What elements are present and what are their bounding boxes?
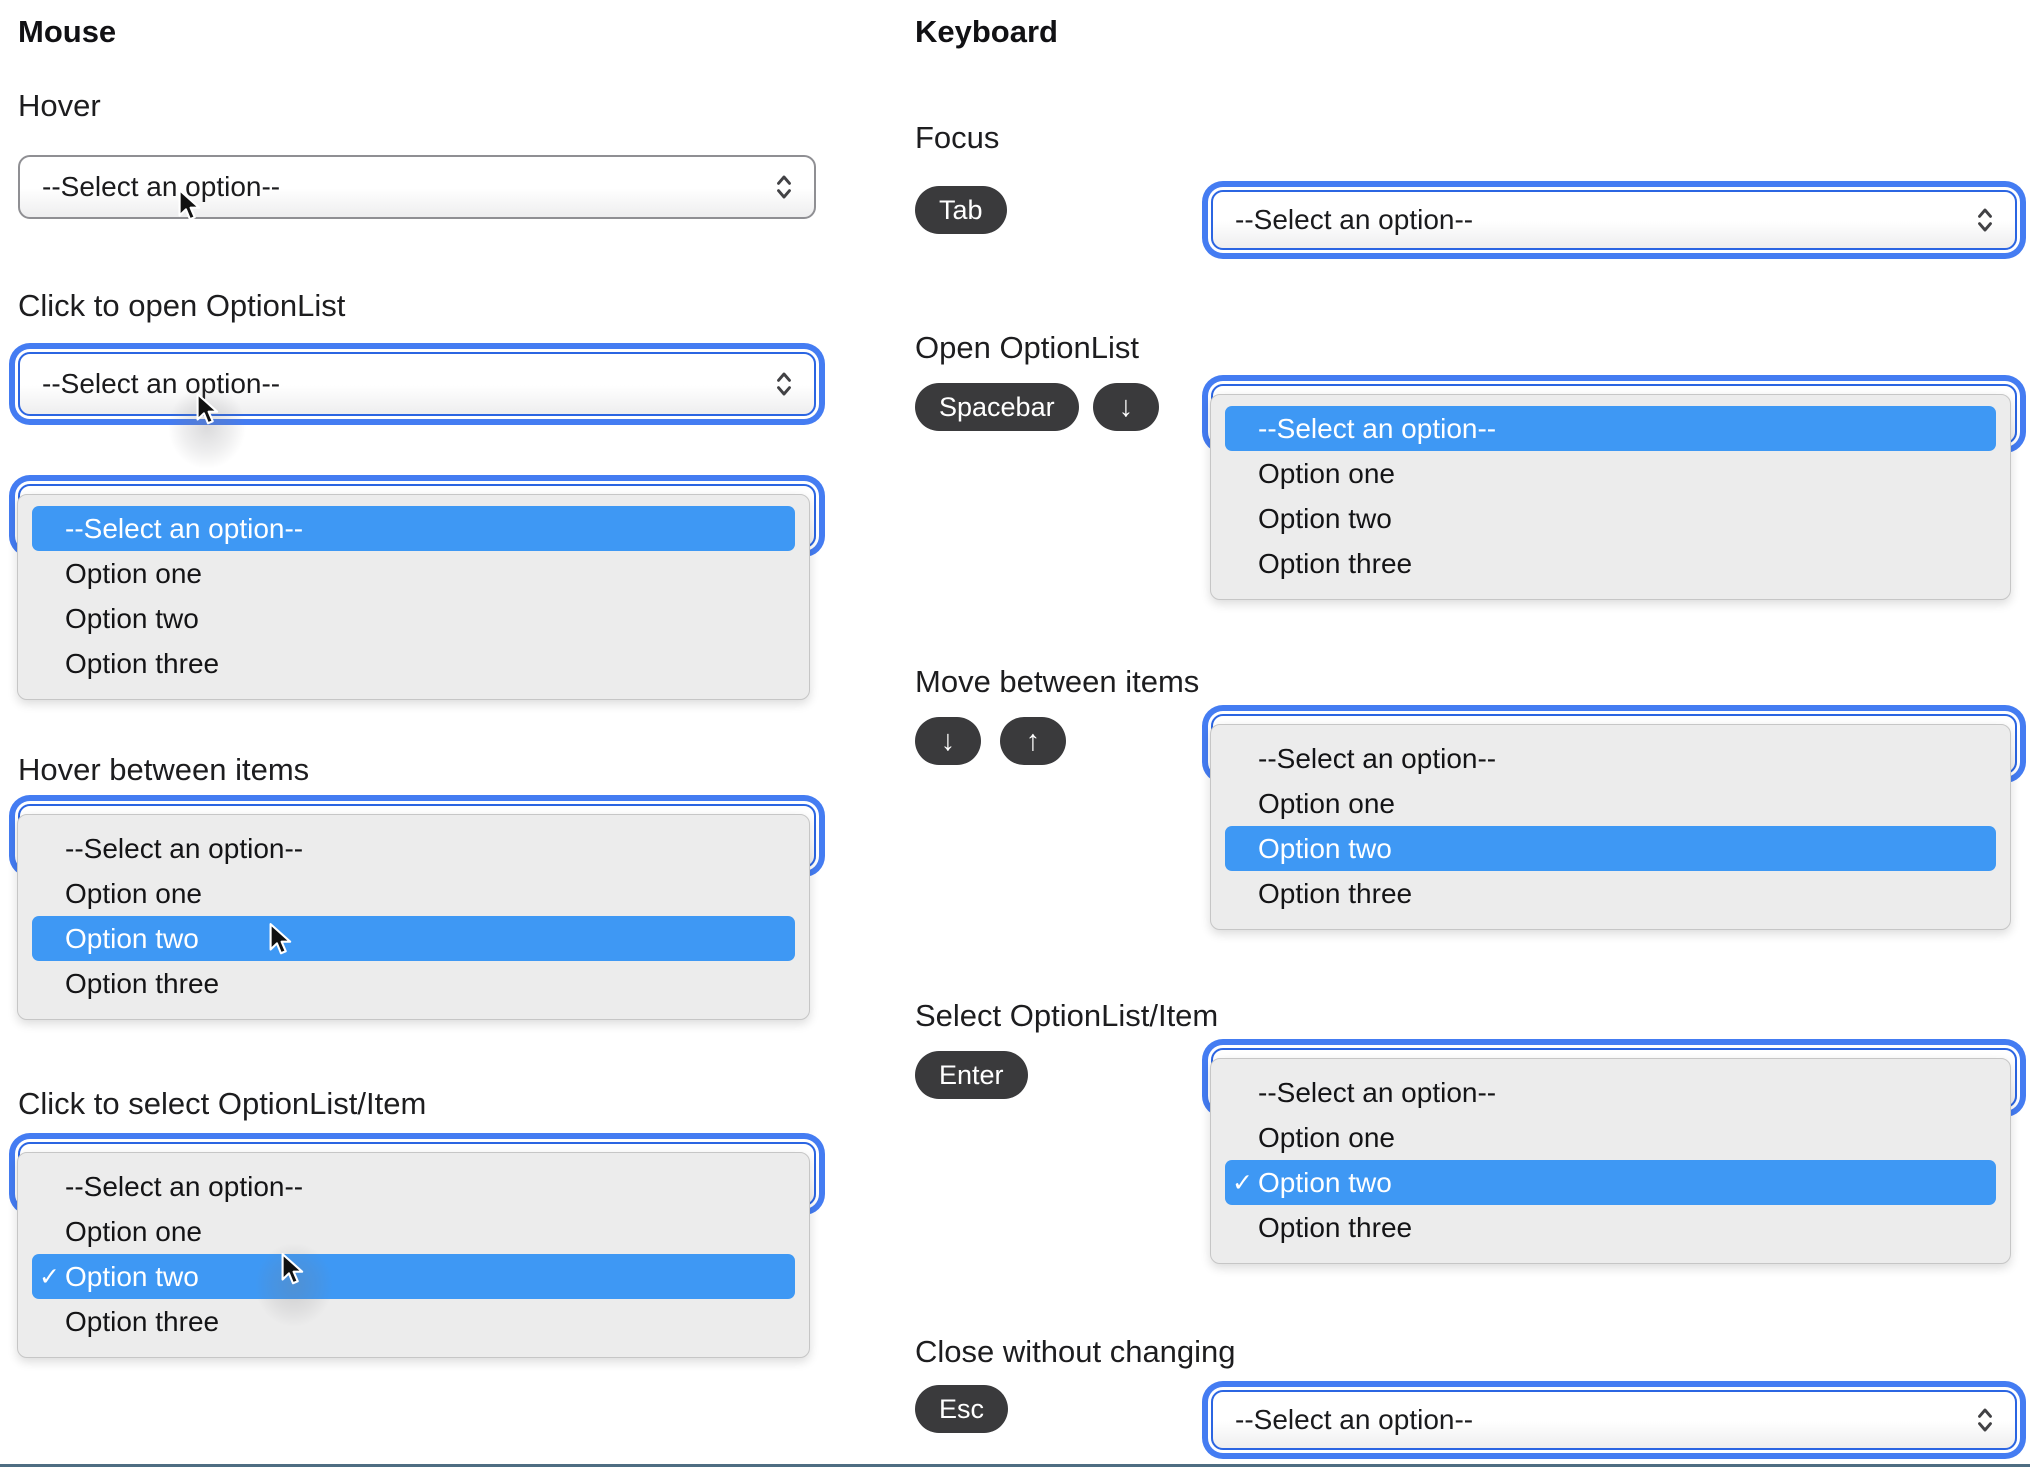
option-label: Option two xyxy=(1258,502,1392,534)
optionlist-panel: --Select an option-- Option one Option two… xyxy=(17,494,810,700)
option-label: --Select an option-- xyxy=(1258,412,1497,444)
option-item[interactable]: Option two xyxy=(32,916,795,961)
click-select-section-label: Click to select OptionList/Item xyxy=(18,1086,427,1121)
select-value: --Select an option-- xyxy=(1235,1404,1474,1435)
option-item[interactable]: Option three xyxy=(1225,541,1996,586)
arrow-down-key-icon: ↓ xyxy=(915,717,981,765)
option-item[interactable]: Option one xyxy=(1225,781,1996,826)
optionlist-panel: --Select an option-- Option one Option two… xyxy=(17,814,810,1020)
option-label: --Select an option-- xyxy=(65,832,304,864)
optionlist-open: --Select an option-- Option one Option two… xyxy=(17,484,816,704)
option-item[interactable]: Option two xyxy=(1225,826,1996,871)
optionlist-open: --Select an option-- Option one ✓ Option tw… xyxy=(17,1142,816,1362)
close-select[interactable]: --Select an option-- xyxy=(1211,1390,2017,1450)
optionlist-open: --Select an option-- Option one ✓ Option tw… xyxy=(1210,1048,2017,1268)
option-label: Option two xyxy=(1258,832,1392,864)
move-section-label: Move between items xyxy=(915,664,1200,699)
select-value: --Select an option-- xyxy=(42,368,281,399)
option-item[interactable]: --Select an option-- xyxy=(32,826,795,871)
option-label: Option two xyxy=(65,602,199,634)
chevron-up-down-icon xyxy=(777,175,791,199)
option-label: Option three xyxy=(65,1305,220,1337)
option-label: --Select an option-- xyxy=(65,512,304,544)
option-label: --Select an option-- xyxy=(1258,1076,1497,1108)
option-item[interactable]: ✓ Option two xyxy=(1225,1160,1996,1205)
option-item[interactable]: ✓ Option two xyxy=(32,1254,795,1299)
option-label: Option one xyxy=(65,557,202,589)
chevron-up-down-icon xyxy=(1978,208,1992,232)
option-item[interactable]: Option two xyxy=(1225,496,1996,541)
open-section-label: Open OptionList xyxy=(915,330,1140,365)
arrow-down-key-icon: ↓ xyxy=(1093,383,1159,431)
option-label: Option three xyxy=(1258,1211,1413,1243)
option-item[interactable]: --Select an option-- xyxy=(1225,736,1996,781)
key-badge-tab: Tab xyxy=(915,186,1007,234)
mouse-heading: Mouse xyxy=(18,14,117,49)
optionlist-panel: --Select an option-- Option one ✓ Option tw… xyxy=(17,1152,810,1358)
close-section-label: Close without changing xyxy=(915,1334,1236,1369)
select-value: --Select an option-- xyxy=(1235,204,1474,235)
chevron-up-down-icon xyxy=(1978,1408,1992,1432)
option-label: Option three xyxy=(65,647,220,679)
keyboard-heading: Keyboard xyxy=(915,14,1058,49)
option-item[interactable]: Option three xyxy=(1225,1205,1996,1250)
option-item[interactable]: Option three xyxy=(1225,871,1996,916)
key-badge-esc: Esc xyxy=(915,1385,1009,1433)
optionlist-open: --Select an option-- Option one Option two… xyxy=(1210,384,2017,604)
option-item[interactable]: Option one xyxy=(1225,451,1996,496)
option-label: --Select an option-- xyxy=(1258,742,1497,774)
option-label: Option one xyxy=(1258,457,1395,489)
option-label: Option two xyxy=(1258,1166,1392,1198)
option-label: Option three xyxy=(65,967,220,999)
option-label: Option three xyxy=(1258,547,1413,579)
arrow-up-key-icon: ↑ xyxy=(1000,717,1066,765)
select-value: --Select an option-- xyxy=(42,171,281,202)
option-item[interactable]: Option three xyxy=(32,1299,795,1344)
select-item-section-label: Select OptionList/Item xyxy=(915,998,1219,1033)
option-item[interactable]: --Select an option-- xyxy=(1225,1070,1996,1115)
hover-items-section-label: Hover between items xyxy=(18,752,310,787)
option-label: Option one xyxy=(1258,1121,1395,1153)
option-item[interactable]: Option one xyxy=(32,551,795,596)
option-item[interactable]: Option three xyxy=(32,641,795,686)
option-label: --Select an option-- xyxy=(65,1170,304,1202)
checkmark-icon: ✓ xyxy=(39,1262,60,1291)
option-item[interactable]: --Select an option-- xyxy=(1225,406,1996,451)
focus-section-label: Focus xyxy=(915,120,1000,155)
optionlist-panel: --Select an option-- Option one ✓ Option tw… xyxy=(1210,1058,2011,1264)
option-item[interactable]: Option two xyxy=(32,596,795,641)
optionlist-open: --Select an option-- Option one Option two… xyxy=(17,804,816,1024)
click-open-select[interactable]: --Select an option-- xyxy=(18,352,816,416)
optionlist-panel: --Select an option-- Option one Option two… xyxy=(1210,724,2011,930)
optionlist-panel: --Select an option-- Option one Option two… xyxy=(1210,394,2011,600)
option-label: Option two xyxy=(65,1260,199,1292)
checkmark-icon: ✓ xyxy=(1232,1168,1253,1197)
click-open-section-label: Click to open OptionList xyxy=(18,288,346,323)
hover-section-label: Hover xyxy=(18,88,101,123)
option-item[interactable]: --Select an option-- xyxy=(32,1164,795,1209)
option-label: Option one xyxy=(1258,787,1395,819)
option-item[interactable]: --Select an option-- xyxy=(32,506,795,551)
option-item[interactable]: Option one xyxy=(32,871,795,916)
option-label: Option one xyxy=(65,1215,202,1247)
option-label: Option one xyxy=(65,877,202,909)
chevron-up-down-icon xyxy=(777,372,791,396)
option-item[interactable]: Option one xyxy=(32,1209,795,1254)
option-item[interactable]: Option three xyxy=(32,961,795,1006)
key-badge-enter: Enter xyxy=(915,1051,1028,1099)
key-badge-spacebar: Spacebar xyxy=(915,383,1079,431)
bottom-divider xyxy=(0,1464,2030,1467)
hover-select[interactable]: --Select an option-- xyxy=(18,155,816,219)
option-label: Option three xyxy=(1258,877,1413,909)
option-label: Option two xyxy=(65,922,199,954)
focus-select[interactable]: --Select an option-- xyxy=(1211,190,2017,250)
optionlist-open: --Select an option-- Option one Option two… xyxy=(1210,714,2017,934)
option-item[interactable]: Option one xyxy=(1225,1115,1996,1160)
